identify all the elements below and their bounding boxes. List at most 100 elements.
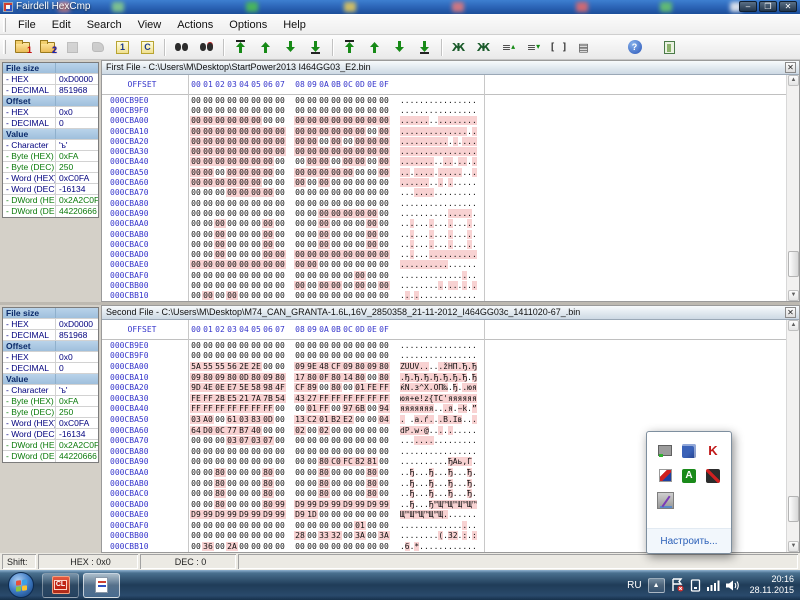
- hex-byte-cell[interactable]: 00: [366, 127, 378, 136]
- hex-byte-cell[interactable]: 00: [354, 219, 366, 228]
- ascii-char-cell[interactable]: ”: [472, 404, 477, 413]
- hex-byte-cell[interactable]: 00: [378, 351, 390, 360]
- hex-byte-cell[interactable]: 00: [226, 230, 238, 239]
- hex-byte-cell[interactable]: 00: [294, 250, 306, 259]
- network-signal-icon[interactable]: [707, 580, 720, 591]
- hex-byte-cell[interactable]: 00: [318, 291, 330, 300]
- hex-byte-cell[interactable]: 00: [274, 447, 286, 456]
- hex-byte-cell[interactable]: 00: [306, 168, 318, 177]
- hex-byte-cell[interactable]: 00: [214, 157, 226, 166]
- hex-byte-cell[interactable]: 00: [214, 240, 226, 249]
- hex-byte-cell[interactable]: 00: [190, 436, 202, 445]
- hex-byte-cell[interactable]: 00: [262, 281, 274, 290]
- hex-byte-cell[interactable]: 81: [366, 457, 378, 466]
- hex-byte-cell[interactable]: 00: [330, 291, 342, 300]
- hex-byte-cell[interactable]: 00: [190, 291, 202, 300]
- hex-byte-cell[interactable]: 00: [294, 209, 306, 218]
- hex-byte-cell[interactable]: 00: [250, 127, 262, 136]
- ascii-char-cell[interactable]: .: [472, 542, 477, 551]
- hex-byte-cell[interactable]: 00: [250, 147, 262, 156]
- hex-byte-cell[interactable]: 09: [342, 362, 354, 371]
- hex-byte-cell[interactable]: 00: [190, 281, 202, 290]
- ascii-char-cell[interactable]: .: [472, 468, 477, 477]
- hex-byte-cell[interactable]: B2: [330, 415, 342, 424]
- hex-byte-cell[interactable]: 00: [306, 116, 318, 125]
- hex-byte-cell[interactable]: 00: [294, 260, 306, 269]
- hex-byte-cell[interactable]: 00: [274, 230, 286, 239]
- hex-byte-cell[interactable]: 00: [226, 116, 238, 125]
- ascii-char-cell[interactable]: .: [472, 457, 477, 466]
- ascii-char-cell[interactable]: .: [472, 96, 477, 105]
- hex-byte-cell[interactable]: 00: [330, 426, 342, 435]
- menu-item-help[interactable]: Help: [275, 17, 314, 33]
- hex-byte-cell[interactable]: 00: [378, 341, 390, 350]
- hex-byte-cell[interactable]: 00: [226, 260, 238, 269]
- hex-byte-cell[interactable]: 00: [262, 209, 274, 218]
- ascii-char-cell[interactable]: .: [472, 341, 477, 350]
- hex-byte-cell[interactable]: 00: [294, 116, 306, 125]
- hex-byte-cell[interactable]: 00: [262, 291, 274, 300]
- ascii-char-cell[interactable]: .: [472, 116, 477, 125]
- hex-byte-cell[interactable]: 00: [366, 426, 378, 435]
- hex-byte-cell[interactable]: 98: [262, 383, 274, 392]
- hex-byte-cell[interactable]: 00: [262, 542, 274, 551]
- hex-byte-cell[interactable]: FF: [262, 404, 274, 413]
- property-row[interactable]: - Word (HEX)0xC0FA: [3, 418, 98, 429]
- hex-byte-cell[interactable]: 00: [330, 230, 342, 239]
- hex-byte-cell[interactable]: FF: [354, 394, 366, 403]
- hex-byte-cell[interactable]: 00: [366, 168, 378, 177]
- hex-byte-cell[interactable]: 00: [274, 351, 286, 360]
- start-button[interactable]: [8, 572, 34, 598]
- property-row[interactable]: - Character'ъ': [3, 140, 98, 151]
- hex-byte-cell[interactable]: 00: [226, 199, 238, 208]
- hex-byte-cell[interactable]: 00: [354, 415, 366, 424]
- hex-byte-cell[interactable]: 00: [202, 447, 214, 456]
- hex-byte-cell[interactable]: 00: [330, 147, 342, 156]
- hex-byte-cell[interactable]: 00: [342, 281, 354, 290]
- hex-byte-cell[interactable]: 00: [294, 351, 306, 360]
- hex-byte-cell[interactable]: 00: [354, 230, 366, 239]
- hex-byte-cell[interactable]: 33: [318, 531, 330, 540]
- hex-byte-cell[interactable]: 00: [238, 106, 250, 115]
- hex-byte-cell[interactable]: 00: [330, 510, 342, 519]
- hex-byte-cell[interactable]: 00: [354, 178, 366, 187]
- property-row[interactable]: - HEX0x0: [3, 352, 98, 363]
- hex-byte-cell[interactable]: 00: [366, 281, 378, 290]
- hex-byte-cell[interactable]: 00: [226, 209, 238, 218]
- hex-byte-cell[interactable]: 00: [330, 542, 342, 551]
- hex-byte-cell[interactable]: 00: [274, 209, 286, 218]
- hex-byte-cell[interactable]: 00: [262, 521, 274, 530]
- hex-byte-cell[interactable]: 00: [226, 168, 238, 177]
- hex-byte-cell[interactable]: 00: [342, 271, 354, 280]
- hex-byte-cell[interactable]: 00: [318, 230, 330, 239]
- hex-byte-cell[interactable]: 00: [190, 468, 202, 477]
- hex-byte-cell[interactable]: 00: [342, 147, 354, 156]
- hex-byte-cell[interactable]: 00: [202, 291, 214, 300]
- menu-item-options[interactable]: Options: [221, 17, 275, 33]
- hex-byte-cell[interactable]: 00: [330, 351, 342, 360]
- view-first-file-button[interactable]: 1: [111, 37, 134, 58]
- hex-byte-cell[interactable]: D9: [294, 500, 306, 509]
- ascii-char-cell[interactable]: .: [472, 157, 477, 166]
- ascii-char-cell[interactable]: я: [472, 394, 477, 403]
- hex-byte-cell[interactable]: 00: [262, 178, 274, 187]
- hex-byte-cell[interactable]: 80: [378, 373, 390, 382]
- hex-byte-cell[interactable]: 00: [250, 531, 262, 540]
- property-row[interactable]: - Word (HEX)0xC0FA: [3, 173, 98, 184]
- hex-byte-cell[interactable]: 00: [306, 351, 318, 360]
- hex-byte-cell[interactable]: 00: [354, 489, 366, 498]
- hex-byte-cell[interactable]: B7: [238, 426, 250, 435]
- property-row[interactable]: - Byte (DEC)250: [3, 407, 98, 418]
- hex-byte-cell[interactable]: FF: [226, 404, 238, 413]
- hex-byte-cell[interactable]: 00: [238, 96, 250, 105]
- hex-byte-cell[interactable]: 00: [238, 447, 250, 456]
- hex-byte-cell[interactable]: 00: [190, 209, 202, 218]
- hex-byte-cell[interactable]: 01: [354, 383, 366, 392]
- action-center-flag-icon[interactable]: [671, 578, 684, 592]
- hex-byte-cell[interactable]: 80: [366, 479, 378, 488]
- hex-byte-cell[interactable]: 00: [262, 531, 274, 540]
- hex-byte-cell[interactable]: 97: [342, 404, 354, 413]
- hex-byte-cell[interactable]: 00: [378, 147, 390, 156]
- hex-byte-cell[interactable]: 00: [238, 199, 250, 208]
- hex-byte-cell[interactable]: 00: [238, 468, 250, 477]
